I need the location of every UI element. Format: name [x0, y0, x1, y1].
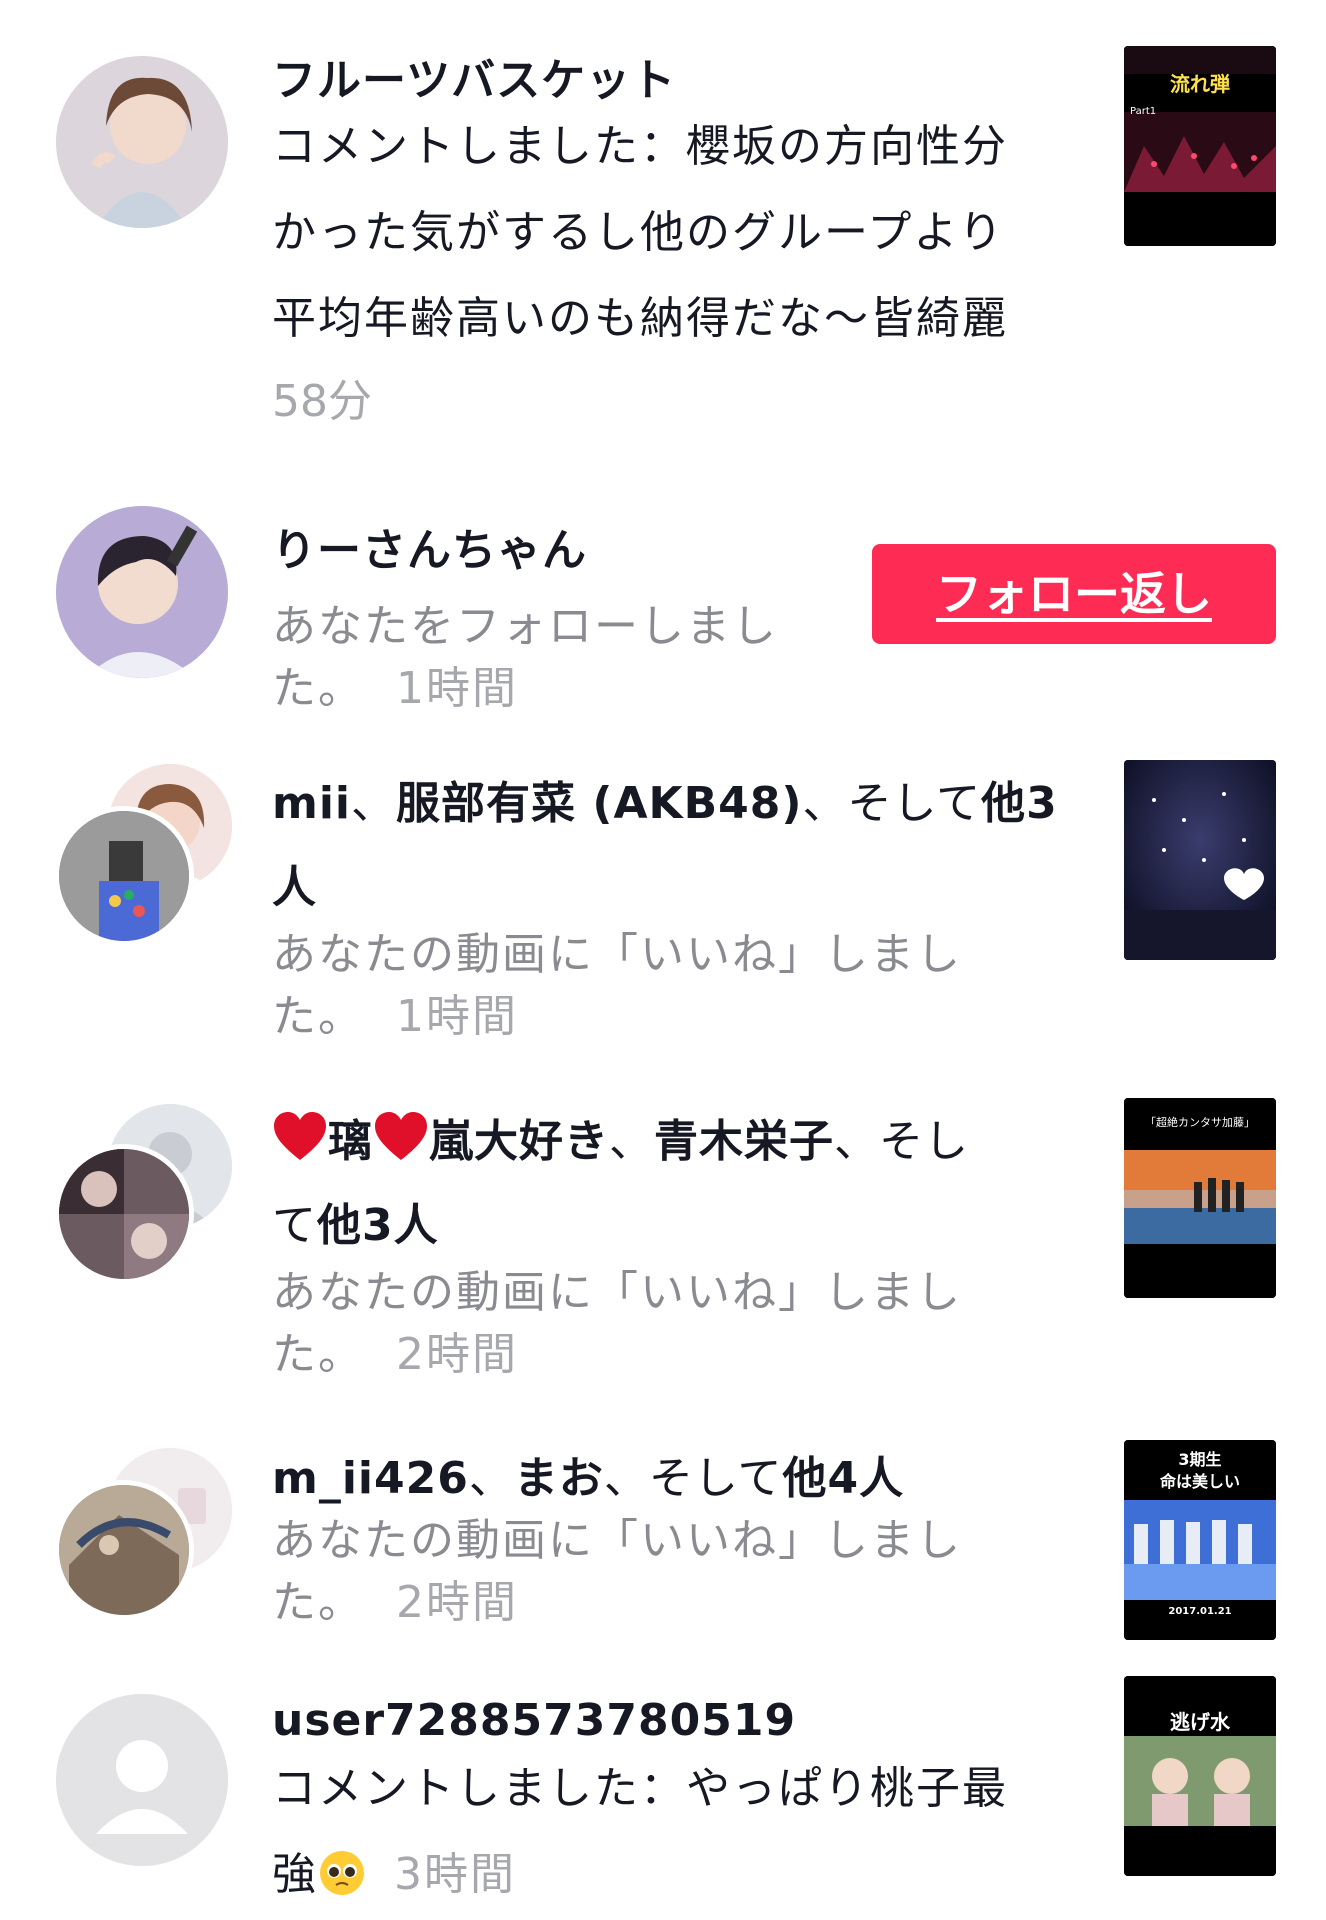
user-avatar-primary[interactable] [54, 1480, 194, 1620]
follow-back-button[interactable]: フォロー返し [872, 544, 1276, 644]
user-name[interactable]: フルーツバスケット [272, 50, 1072, 112]
thumbnail-subcaption: Part1 [1130, 106, 1157, 117]
user-name[interactable]: mii [272, 778, 351, 829]
avatar-photo-icon [59, 1485, 189, 1615]
comment-text-line-2: かった気がするし他のグループより [272, 207, 1005, 258]
timestamp: 2時間 [396, 1329, 518, 1380]
user-name[interactable]: m_ii426 [272, 1453, 469, 1504]
like-message-line-2: た。 [272, 1329, 364, 1380]
video-thumbnail[interactable]: 3期生 命は美しい 2017.01.21 [1124, 1440, 1276, 1640]
user-name[interactable]: 璃 [328, 1116, 373, 1167]
comment-text-line-1: コメントしました：櫻坂の方向性分 [272, 121, 1008, 172]
thumbnail-caption: 逃げ水 [1170, 1710, 1230, 1734]
video-thumbnail[interactable] [1124, 760, 1276, 960]
video-thumbnail[interactable]: 流れ弾 Part1 [1124, 46, 1276, 246]
user-name[interactable]: 嵐大好き [429, 1116, 609, 1167]
comment-text-line-1: コメントしました：やっぱり桃子最 [272, 1763, 1008, 1814]
comment-text-line-2: 強 [272, 1849, 318, 1900]
comment-text-line-3: 平均年齢高いのも納得だな〜皆綺麗 [272, 293, 1008, 344]
separator: 、そして [802, 778, 982, 829]
user-avatar-default[interactable] [56, 1694, 228, 1866]
others-count-continued[interactable]: 人 [272, 846, 1072, 930]
follow-message-line-1: あなたをフォローしまし [272, 601, 778, 652]
default-avatar-icon [56, 1694, 228, 1866]
like-message-line-2: た。 [272, 1577, 364, 1628]
notification-item-likes-1[interactable]: mii、服部有菜 (AKB48)、そして他3 人 あなたの動画に「いいね」しまし… [0, 730, 1326, 1050]
separator: 、 [351, 778, 397, 829]
thumbnail-subcaption: 命は美しい [1159, 1472, 1240, 1491]
like-message-line-1: あなたの動画に「いいね」しまし [272, 1267, 962, 1318]
timestamp: 3時間 [394, 1849, 516, 1900]
others-count[interactable]: 他4人 [783, 1453, 905, 1504]
thumbnail-caption: 3期生 [1178, 1450, 1222, 1469]
timestamp: 1時間 [396, 991, 518, 1042]
like-message-line-2: た。 [272, 991, 364, 1042]
notification-item-comment-1[interactable]: フルーツバスケット コメントしました：櫻坂の方向性分 かった気がするし他のグルー… [0, 0, 1326, 427]
user-avatar-primary[interactable] [54, 1144, 194, 1284]
user-name[interactable]: 青木栄子 [654, 1116, 834, 1167]
others-count[interactable]: 他3 [981, 778, 1058, 829]
separator: 、そして [603, 1453, 783, 1504]
user-avatar[interactable] [56, 506, 228, 678]
avatar-photo-icon [59, 1149, 189, 1279]
user-name[interactable]: まお [514, 1453, 604, 1504]
like-message-line-1: あなたの動画に「いいね」しまし [272, 1515, 962, 1566]
separator: て [272, 1200, 317, 1251]
user-name[interactable]: user7288573780519 [272, 1690, 1072, 1752]
timestamp: 1時間 [396, 663, 518, 714]
others-count[interactable]: 他3人 [317, 1200, 439, 1251]
thumbnail-caption: 流れ弾 [1170, 72, 1230, 96]
avatar-photo-icon [56, 56, 228, 228]
user-name[interactable]: 服部有菜 (AKB48) [396, 778, 802, 829]
notification-item-likes-2[interactable]: 璃 嵐大好き、青木栄子、そし て他3人 あなたの動画に「いいね」しまし た。 2時… [0, 1070, 1326, 1400]
like-message-line-1: あなたの動画に「いいね」しまし [272, 929, 962, 980]
separator: 、 [468, 1453, 514, 1504]
red-heart-icon [274, 1112, 326, 1160]
thumbnail-date: 2017.01.21 [1168, 1606, 1232, 1617]
video-thumbnail-image-icon [1124, 760, 1276, 960]
avatar-photo-icon [59, 811, 189, 941]
follow-message-line-2: た。 [272, 663, 364, 714]
separator: 、 [609, 1116, 654, 1167]
pleading-face-emoji-icon [320, 1851, 364, 1895]
user-name[interactable]: りーさんちゃん [272, 520, 862, 582]
user-avatar[interactable] [56, 56, 228, 228]
separator: 、そし [834, 1116, 969, 1167]
timestamp: 2時間 [396, 1577, 518, 1628]
video-thumbnail[interactable]: 「超絶カンタサ加藤」 [1124, 1098, 1276, 1298]
thumbnail-caption: 「超絶カンタサ加藤」 [1145, 1116, 1255, 1129]
notification-item-likes-3[interactable]: m_ii426、まお、そして他4人 あなたの動画に「いいね」しまし た。 2時間… [0, 1420, 1326, 1670]
notification-item-comment-2[interactable]: user7288573780519 コメントしました：やっぱり桃子最 強 3時間… [0, 1676, 1326, 1920]
red-heart-icon [375, 1112, 427, 1160]
video-thumbnail[interactable]: 逃げ水 [1124, 1676, 1276, 1876]
avatar-photo-icon [56, 506, 228, 678]
user-avatar-primary[interactable] [54, 806, 194, 946]
